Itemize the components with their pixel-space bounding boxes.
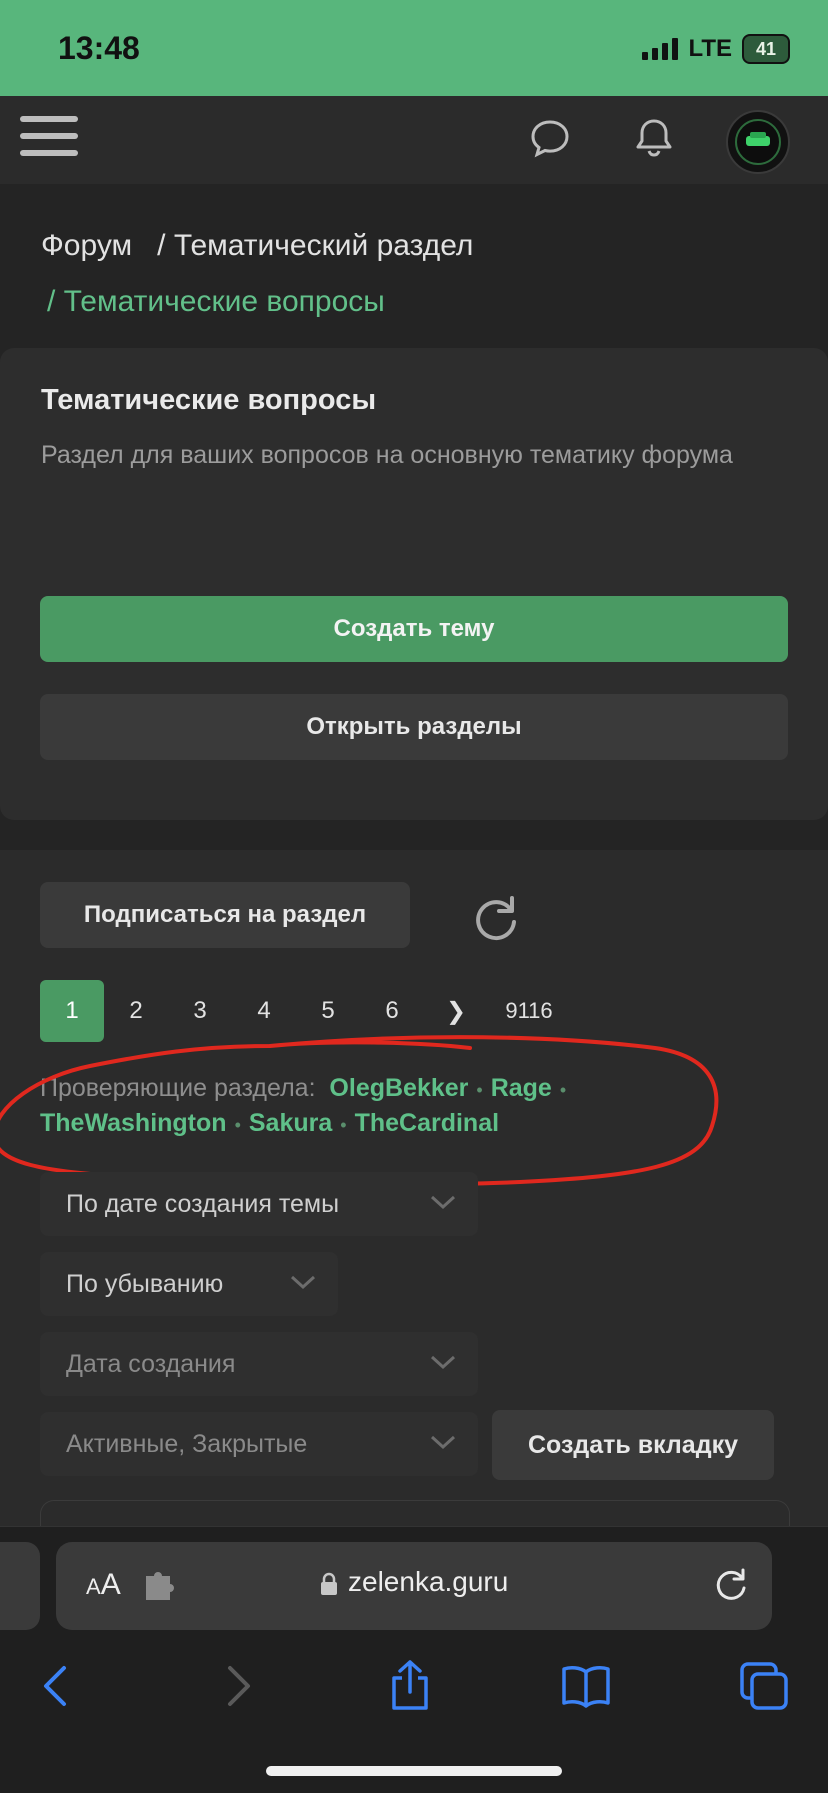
breadcrumb: Форум / Тематический раздел / Тематическ… <box>41 218 473 330</box>
moderator-link[interactable]: TheWashington <box>40 1109 227 1137</box>
status-bar: 13:48 LTE 41 <box>0 0 828 96</box>
network-label: LTE <box>688 35 732 62</box>
open-sections-button[interactable]: Открыть разделы <box>40 694 788 760</box>
chevron-down-icon <box>430 1195 456 1210</box>
page-2[interactable]: 2 <box>104 980 168 1042</box>
avatar[interactable] <box>726 110 790 174</box>
lock-icon <box>321 1572 337 1595</box>
pagination: 1 2 3 4 5 6 ❯ 9116 <box>40 980 570 1042</box>
create-tab-button[interactable]: Создать вкладку <box>492 1410 774 1480</box>
address-bar[interactable]: AA zelenka.guru <box>56 1542 772 1630</box>
page-5[interactable]: 5 <box>296 980 360 1042</box>
forum-info-card: Тематические вопросы Раздел для ваших во… <box>0 348 828 820</box>
url-text[interactable]: zelenka.guru <box>348 1566 508 1598</box>
tabs-icon[interactable] <box>736 1658 792 1714</box>
battery-level: 41 <box>755 38 777 59</box>
text-size-button[interactable]: AA <box>86 1568 121 1602</box>
bell-icon[interactable] <box>630 114 678 162</box>
battery-icon: 41 <box>742 34 790 64</box>
hamburger-icon[interactable] <box>20 116 78 164</box>
next-page-button[interactable]: ❯ <box>424 980 488 1042</box>
status-time: 13:48 <box>58 30 140 66</box>
chat-bubble-icon[interactable] <box>526 114 574 162</box>
home-indicator <box>266 1766 562 1776</box>
order-value: По убыванию <box>66 1269 224 1298</box>
chevron-down-icon <box>430 1435 456 1450</box>
chevron-down-icon <box>430 1355 456 1370</box>
moderator-link[interactable]: TheCardinal <box>355 1109 499 1137</box>
moderators-label: Проверяющие раздела: <box>40 1074 316 1102</box>
create-topic-button[interactable]: Создать тему <box>40 596 788 662</box>
moderator-link[interactable]: Sakura <box>249 1109 332 1137</box>
chevron-down-icon <box>290 1275 316 1290</box>
moderators-list: Проверяющие раздела: OlegBekker • Rage • Th… <box>40 1074 567 1137</box>
app-header <box>0 96 828 184</box>
reload-icon[interactable] <box>712 1566 750 1604</box>
date-value: Дата создания <box>66 1349 236 1378</box>
page-title: Тематические вопросы <box>41 384 377 416</box>
extension-icon[interactable] <box>144 1570 178 1600</box>
state-value: Активные, Закрытые <box>66 1429 308 1458</box>
subscribe-button[interactable]: Подписаться на раздел <box>40 882 410 948</box>
page-3[interactable]: 3 <box>168 980 232 1042</box>
breadcrumb-current[interactable]: / Тематические вопросы <box>47 285 385 318</box>
state-select[interactable]: Активные, Закрытые <box>40 1412 478 1476</box>
last-page[interactable]: 9116 <box>488 980 570 1042</box>
bookmarks-icon[interactable] <box>558 1658 614 1714</box>
forum-description: Раздел для ваших вопросов на основную те… <box>41 441 733 469</box>
moderator-link[interactable]: OlegBekker <box>329 1074 468 1102</box>
share-icon[interactable] <box>382 1658 438 1714</box>
sort-by-select[interactable]: По дате создания темы <box>40 1172 478 1236</box>
forward-icon[interactable] <box>208 1658 264 1714</box>
browser-nav-bar <box>0 1640 828 1730</box>
back-icon[interactable] <box>30 1658 86 1714</box>
breadcrumb-section[interactable]: / Тематический раздел <box>157 229 473 262</box>
page-4[interactable]: 4 <box>232 980 296 1042</box>
previous-tab-edge[interactable] <box>0 1542 40 1630</box>
status-indicators: LTE 41 <box>642 34 790 64</box>
moderator-link[interactable]: Rage <box>491 1074 552 1102</box>
page-1[interactable]: 1 <box>40 980 104 1042</box>
order-select[interactable]: По убыванию <box>40 1252 338 1316</box>
refresh-icon[interactable] <box>470 892 522 944</box>
sort-by-value: По дате создания темы <box>66 1189 340 1218</box>
page-6[interactable]: 6 <box>360 980 424 1042</box>
breadcrumb-forum[interactable]: Форум <box>41 229 132 262</box>
date-select[interactable]: Дата создания <box>40 1332 478 1396</box>
signal-icon <box>642 38 679 60</box>
